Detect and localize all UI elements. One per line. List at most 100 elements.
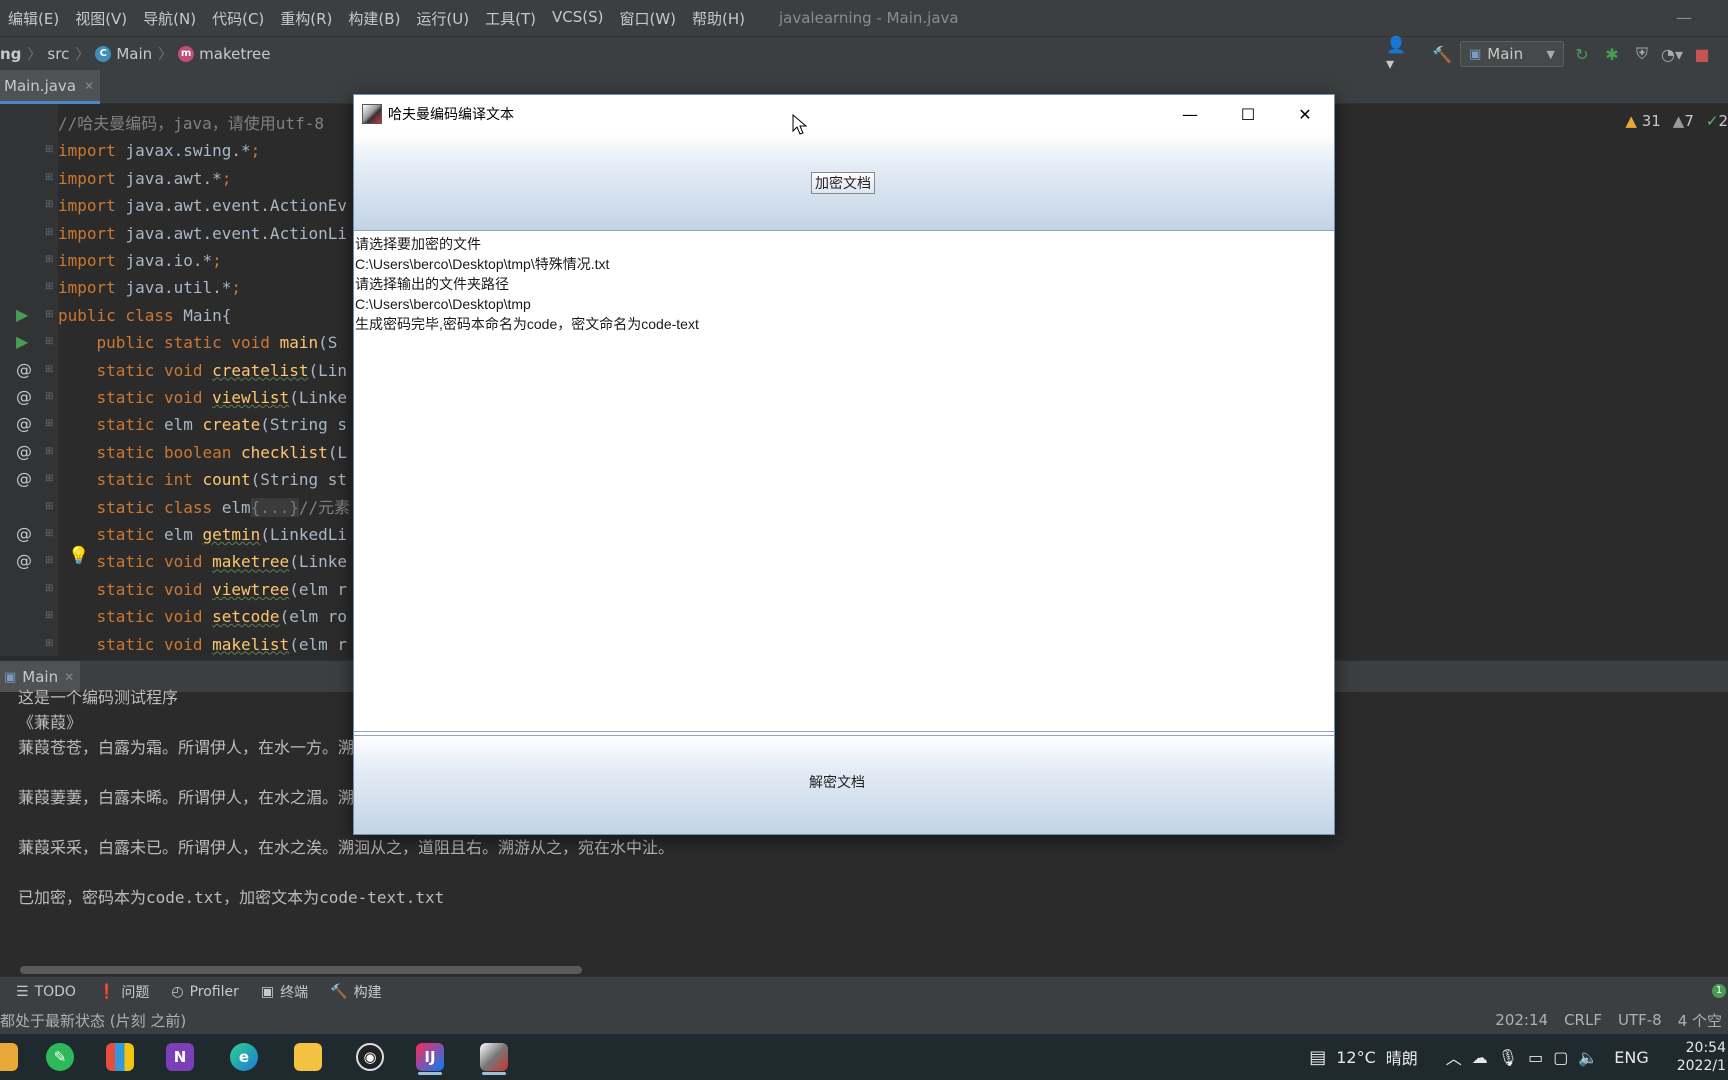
stop-icon[interactable]: ■	[1690, 42, 1714, 66]
colorful-app-icon	[106, 1043, 134, 1071]
fold-icon[interactable]: ⊞	[45, 199, 53, 210]
tab-main-java[interactable]: Main.java ✕	[0, 70, 100, 104]
dialog-maximize-button[interactable]: ☐	[1219, 95, 1277, 133]
override-gutter-icon[interactable]: @	[16, 387, 32, 406]
network-icon[interactable]: ▢	[1553, 1048, 1568, 1067]
taskbar-java-app[interactable]	[474, 1039, 514, 1075]
dialog-close-button[interactable]: ✕	[1276, 95, 1334, 133]
line-separator[interactable]: CRLF	[1564, 1011, 1602, 1029]
taskbar-intellij[interactable]: IJ	[410, 1039, 450, 1075]
menu-item-8[interactable]: VCS(S)	[544, 8, 611, 29]
profiler-icon[interactable]: ◔▾	[1660, 42, 1684, 66]
intention-bulb-icon[interactable]: 💡	[68, 546, 89, 566]
volume-icon[interactable]: 🔈	[1578, 1048, 1598, 1067]
breadcrumb-project[interactable]: ng	[0, 45, 21, 63]
log-text-area[interactable]: 请选择要加密的文件 C:\Users\berco\Desktop\tmp\特殊情况…	[354, 232, 1334, 732]
todo-icon: ☰	[16, 983, 29, 1000]
fold-icon[interactable]: ⊞	[45, 172, 53, 183]
fold-icon[interactable]: ⊞	[45, 281, 53, 292]
fold-icon[interactable]: ⊞	[45, 528, 53, 539]
menu-item-5[interactable]: 构建(B)	[340, 8, 408, 29]
fold-icon[interactable]: ⊞	[45, 309, 53, 320]
override-gutter-icon[interactable]: @	[16, 442, 32, 461]
override-gutter-icon[interactable]: @	[16, 469, 32, 488]
close-icon[interactable]: ✕	[84, 79, 94, 93]
fold-icon[interactable]: ⊞	[45, 610, 53, 621]
encrypt-document-button[interactable]: 加密文档	[811, 172, 875, 194]
menu-item-2[interactable]: 导航(N)	[135, 8, 204, 29]
decrypt-document-button[interactable]: 解密文档	[354, 735, 1334, 834]
dialog-title-bar[interactable]: 哈夫曼编码编译文本 — ☐ ✕	[354, 95, 1334, 133]
fold-icon[interactable]: ⊞	[45, 555, 53, 566]
taskbar-onenote[interactable]: N	[160, 1039, 200, 1075]
debug-bug-icon[interactable]: ✱	[1600, 42, 1624, 66]
fold-icon[interactable]: ⊞	[45, 446, 53, 457]
fold-icon[interactable]: ⊞	[45, 364, 53, 375]
fold-icon[interactable]: ⊞	[45, 336, 53, 347]
fold-icon[interactable]: ⊞	[45, 391, 53, 402]
override-gutter-icon[interactable]: @	[16, 551, 32, 570]
input-language[interactable]: ENG	[1614, 1048, 1648, 1067]
fold-icon[interactable]: ⊞	[45, 144, 53, 155]
warning-icon: ▲	[1625, 112, 1637, 130]
override-gutter-icon[interactable]: @	[16, 360, 32, 379]
breadcrumb-src[interactable]: src	[47, 45, 69, 63]
menu-item-9[interactable]: 窗口(W)	[611, 8, 684, 29]
menu-item-3[interactable]: 代码(C)	[204, 8, 272, 29]
cloud-icon[interactable]: ☁	[1472, 1048, 1488, 1067]
taskbar-obs[interactable]: ◉	[350, 1039, 390, 1075]
tool-tab-build[interactable]: 🔨 构建	[330, 982, 381, 1002]
code-line: public class Main{	[58, 305, 232, 325]
tool-tab-terminal[interactable]: ▣ 终端	[261, 982, 308, 1002]
fold-icon[interactable]: ⊞	[45, 418, 53, 429]
menu-item-1[interactable]: 视图(V)	[67, 8, 135, 29]
fold-icon[interactable]: ⊞	[45, 638, 53, 649]
taskbar-app-colorful[interactable]	[100, 1039, 140, 1075]
fold-icon[interactable]: ⊞	[45, 473, 53, 484]
code-line: import java.awt.event.ActionLi	[58, 223, 347, 243]
breadcrumb-method[interactable]: m maketree	[178, 45, 271, 63]
run-gutter-icon[interactable]: ▶	[16, 332, 28, 351]
tool-tab-todo[interactable]: ☰ TODO	[16, 984, 76, 1000]
weather-condition[interactable]: 晴朗	[1386, 1045, 1418, 1069]
menu-item-7[interactable]: 工具(T)	[477, 8, 544, 29]
taskbar-app-files[interactable]	[0, 1039, 24, 1075]
fold-icon[interactable]: ⊞	[45, 254, 53, 265]
taskbar-explorer[interactable]	[288, 1039, 328, 1075]
user-icon[interactable]: 👤▾	[1386, 35, 1410, 73]
taskbar-edge[interactable]: e	[224, 1039, 264, 1075]
menu-item-6[interactable]: 运行(U)	[408, 8, 477, 29]
fold-icon[interactable]: ⊞	[45, 583, 53, 594]
build-hammer-icon[interactable]: 🔨	[1430, 42, 1454, 66]
run-gutter-icon[interactable]: ▶	[16, 305, 28, 324]
menu-item-10[interactable]: 帮助(H)	[684, 8, 753, 29]
caret-position[interactable]: 202:14	[1495, 1011, 1548, 1029]
horizontal-scrollbar[interactable]	[20, 966, 582, 974]
battery-icon[interactable]: ▭	[1528, 1048, 1543, 1067]
tool-tab-problems[interactable]: ❗ 问题	[98, 982, 149, 1002]
tool-tab-profiler[interactable]: ◴ Profiler	[171, 984, 239, 1000]
fold-icon[interactable]: ⊞	[45, 227, 53, 238]
inspection-widget[interactable]: ▲ 31 ▲7 ✓2	[1625, 112, 1728, 130]
editor-gutter: ▶ ▶ @ @ @ @ @ @ @ ⊞ ⊞ ⊞ ⊞ ⊞ ⊞ ⊞ ⊞ ⊞ ⊞ ⊞ ⊞ ⊞ ⊞ ⊞ ⊞ ⊞ ⊞ ⊞	[0, 104, 58, 656]
weather-temperature[interactable]: 12°C	[1336, 1048, 1376, 1067]
rerun-icon[interactable]: ↻	[1570, 42, 1594, 66]
fold-icon[interactable]: ⊞	[45, 501, 53, 512]
override-gutter-icon[interactable]: @	[16, 414, 32, 433]
indent-setting[interactable]: 4 个空	[1678, 1010, 1722, 1031]
chevron-up-icon[interactable]: ︿	[1446, 1045, 1462, 1069]
minimize-button[interactable]: —	[1676, 8, 1692, 27]
override-gutter-icon[interactable]: @	[16, 524, 32, 543]
dialog-minimize-button[interactable]: —	[1161, 95, 1219, 133]
breadcrumb-class[interactable]: C Main	[95, 45, 152, 63]
coverage-shield-icon[interactable]: ⛨	[1630, 42, 1654, 66]
run-config-select[interactable]: ▣ Main ▼	[1460, 41, 1564, 67]
close-icon[interactable]: ✕	[64, 670, 74, 684]
file-encoding[interactable]: UTF-8	[1618, 1011, 1662, 1029]
menu-item-4[interactable]: 重构(R)	[272, 8, 340, 29]
clock[interactable]: 20:54 2022/1	[1677, 1039, 1726, 1075]
taskbar-app-green[interactable]: ✎	[40, 1039, 80, 1075]
notification-badge[interactable]: 1	[1712, 984, 1726, 998]
microphone-icon[interactable]: 🎙	[1498, 1048, 1518, 1067]
menu-item-0[interactable]: 编辑(E)	[0, 8, 67, 29]
